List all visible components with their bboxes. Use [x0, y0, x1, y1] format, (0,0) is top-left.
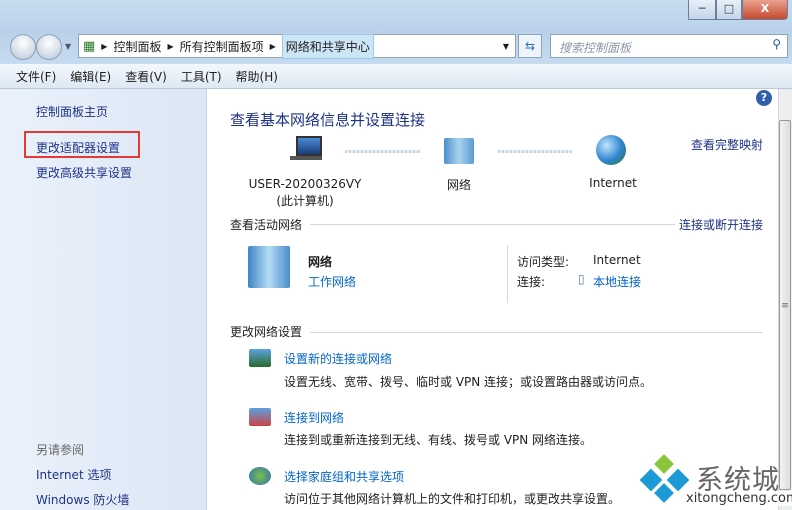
- network-label: 网络: [446, 178, 471, 192]
- sidebar-internet-options[interactable]: Internet 选项: [36, 466, 111, 483]
- connections-label: 连接:: [517, 275, 546, 289]
- internet-label: Internet: [589, 176, 637, 190]
- watermark-url: xitongcheng.com: [686, 491, 792, 506]
- forward-button[interactable]: [36, 34, 62, 60]
- help-icon[interactable]: ?: [756, 90, 772, 106]
- menu-tools[interactable]: 工具(T): [181, 68, 222, 85]
- active-network-name: 网络: [308, 255, 333, 269]
- minimize-button[interactable]: ─: [688, 0, 716, 20]
- divider: [507, 245, 508, 303]
- local-connection-link[interactable]: 本地连接: [593, 273, 641, 290]
- address-dropdown-icon[interactable]: ▼: [503, 42, 509, 51]
- breadcrumb-control-panel[interactable]: 控制面板: [113, 38, 161, 55]
- globe-icon: [596, 135, 626, 165]
- history-dropdown-icon[interactable]: ▼: [65, 42, 71, 51]
- control-panel-icon: ▦: [83, 38, 96, 54]
- task-description: 连接到或重新连接到无线、有线、拨号或 VPN 网络连接。: [284, 433, 593, 447]
- divider: [310, 224, 675, 225]
- task-connect-link[interactable]: 连接到网络: [284, 409, 344, 426]
- network-icon: [444, 138, 474, 164]
- sidebar-home[interactable]: 控制面板主页: [36, 103, 108, 120]
- connection-line: [498, 150, 572, 153]
- page-title: 查看基本网络信息并设置连接: [230, 111, 426, 129]
- search-icon[interactable]: ⚲: [772, 37, 781, 51]
- active-network-icon: [248, 246, 290, 288]
- ethernet-icon: ▯: [578, 272, 585, 286]
- maximize-button[interactable]: □: [716, 0, 742, 20]
- task-description: 设置无线、宽带、拨号、临时或 VPN 连接；或设置路由器或访问点。: [284, 375, 653, 389]
- see-also-heading: 另请参阅: [36, 443, 85, 457]
- computer-icon: [290, 136, 324, 164]
- new-connection-icon: [249, 349, 271, 367]
- task-description: 访问位于其他网络计算机上的文件和打印机，或更改共享设置。: [284, 492, 621, 506]
- sidebar-firewall[interactable]: Windows 防火墙: [36, 491, 129, 508]
- access-type-value: Internet: [593, 253, 641, 267]
- watermark-logo: [639, 454, 690, 505]
- divider: [310, 332, 763, 333]
- task-new-connection-link[interactable]: 设置新的连接或网络: [284, 350, 392, 367]
- menu-file[interactable]: 文件(F): [16, 68, 56, 85]
- close-button[interactable]: X: [742, 0, 788, 20]
- address-bar[interactable]: ▦ ▶ 控制面板 ▶ 所有控制面板项 ▶ 网络和共享中心 ▼: [78, 33, 516, 59]
- connection-line: [345, 150, 421, 153]
- scrollbar-thumb[interactable]: ≡: [779, 120, 791, 490]
- full-map-link[interactable]: 查看完整映射: [691, 136, 763, 153]
- search-input[interactable]: 搜索控制面板 ⚲: [550, 34, 788, 58]
- active-networks-heading: 查看活动网络: [230, 218, 303, 232]
- network-type-link[interactable]: 工作网络: [308, 273, 356, 290]
- menu-view[interactable]: 查看(V): [125, 68, 167, 85]
- refresh-button[interactable]: ⇆: [518, 34, 542, 58]
- menu-help[interactable]: 帮助(H): [236, 68, 278, 85]
- sidebar-advanced-sharing[interactable]: 更改高级共享设置: [36, 164, 132, 181]
- connect-network-icon: [249, 408, 271, 426]
- menu-bar: 文件(F) 编辑(E) 查看(V) 工具(T) 帮助(H): [0, 64, 792, 89]
- menu-edit[interactable]: 编辑(E): [70, 68, 111, 85]
- breadcrumb-current[interactable]: 网络和共享中心: [281, 33, 374, 59]
- access-type-label: 访问类型:: [517, 255, 570, 269]
- connect-disconnect-link[interactable]: 连接或断开连接: [679, 216, 763, 233]
- back-button[interactable]: [10, 34, 36, 60]
- task-homegroup-link[interactable]: 选择家庭组和共享选项: [284, 468, 404, 485]
- homegroup-icon: [249, 467, 271, 485]
- computer-label: USER-20200326VY (此计算机): [248, 177, 362, 208]
- breadcrumb-all-items[interactable]: 所有控制面板项: [180, 38, 264, 55]
- sidebar-change-adapter[interactable]: 更改适配器设置: [36, 139, 120, 156]
- change-settings-heading: 更改网络设置: [230, 325, 303, 339]
